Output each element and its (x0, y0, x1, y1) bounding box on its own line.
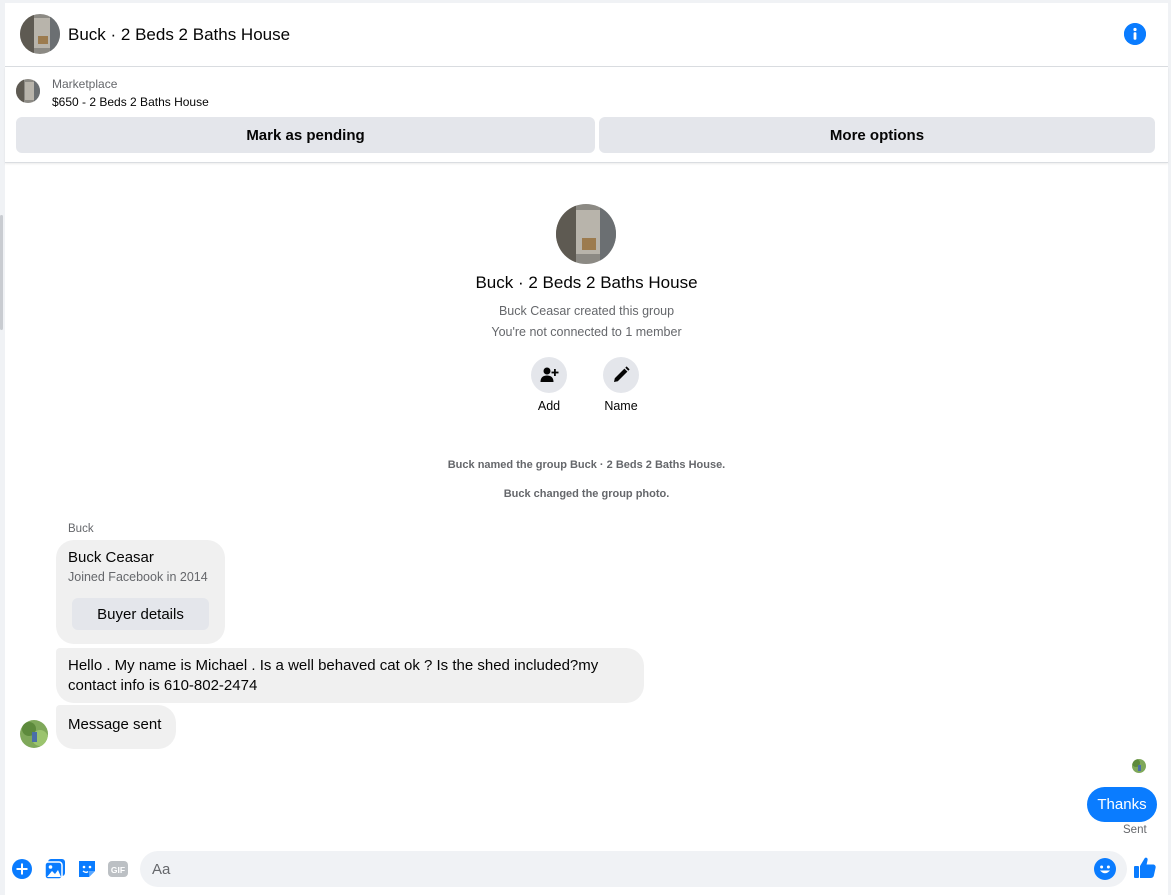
name-label: Name (604, 399, 638, 413)
system-message: Buck named the group Buck · 2 Beds 2 Bat… (447, 459, 726, 471)
more-options-button[interactable]: More options (599, 117, 1155, 153)
plus-icon[interactable] (11, 858, 33, 880)
sender-name: Buck (68, 523, 94, 535)
gif-label: GIF (111, 865, 125, 875)
emoji-icon[interactable] (1094, 858, 1116, 880)
info-icon[interactable] (1124, 23, 1146, 45)
pencil-icon[interactable] (603, 357, 639, 393)
read-receipt-avatar (1132, 759, 1146, 773)
group-avatar[interactable] (20, 14, 60, 54)
profile-card: Buck Ceasar Joined Facebook in 2014 Buye… (56, 540, 225, 644)
add-member-button[interactable]: Add (519, 357, 579, 413)
chat-header: Buck · 2 Beds 2 Baths House (5, 3, 1168, 67)
add-label: Add (537, 399, 561, 413)
mark-as-pending-button[interactable]: Mark as pending (16, 117, 595, 153)
outgoing-message-bubble[interactable]: Thanks (1087, 787, 1157, 822)
buyer-details-button[interactable]: Buyer details (72, 598, 209, 630)
group-connection-status: You're not connected to 1 member (491, 325, 682, 339)
message-bubble[interactable]: Message sent (56, 705, 176, 749)
chat-title: Buck · 2 Beds 2 Baths House (68, 25, 291, 44)
sent-status: Sent (1123, 824, 1147, 836)
sticker-icon[interactable] (76, 858, 98, 880)
marketplace-label: Marketplace (52, 77, 118, 91)
group-created-by: Buck Ceasar created this group (498, 304, 675, 318)
listing-title[interactable]: $650 - 2 Beds 2 Baths House (52, 95, 209, 109)
message-input[interactable] (152, 851, 1072, 887)
gif-icon[interactable]: GIF (107, 858, 129, 880)
message-composer: GIF (5, 848, 1168, 895)
listing-thumbnail[interactable] (16, 79, 40, 103)
group-photo[interactable] (556, 204, 616, 264)
scrollbar-thumb[interactable] (0, 215, 3, 330)
marketplace-bar: Marketplace $650 - 2 Beds 2 Baths House … (5, 67, 1168, 163)
name-group-button[interactable]: Name (591, 357, 651, 413)
system-message: Buck changed the group photo. (503, 488, 670, 500)
message-bubble[interactable]: Hello . My name is Michael . Is a well b… (56, 648, 644, 703)
group-title: Buck · 2 Beds 2 Baths House (475, 273, 698, 292)
photo-icon[interactable] (44, 858, 66, 880)
message-input-wrapper (140, 851, 1127, 887)
profile-joined: Joined Facebook in 2014 (68, 570, 208, 584)
profile-name[interactable]: Buck Ceasar (68, 549, 154, 566)
like-icon[interactable] (1132, 855, 1158, 881)
add-person-icon[interactable] (531, 357, 567, 393)
sender-avatar[interactable] (20, 720, 48, 748)
